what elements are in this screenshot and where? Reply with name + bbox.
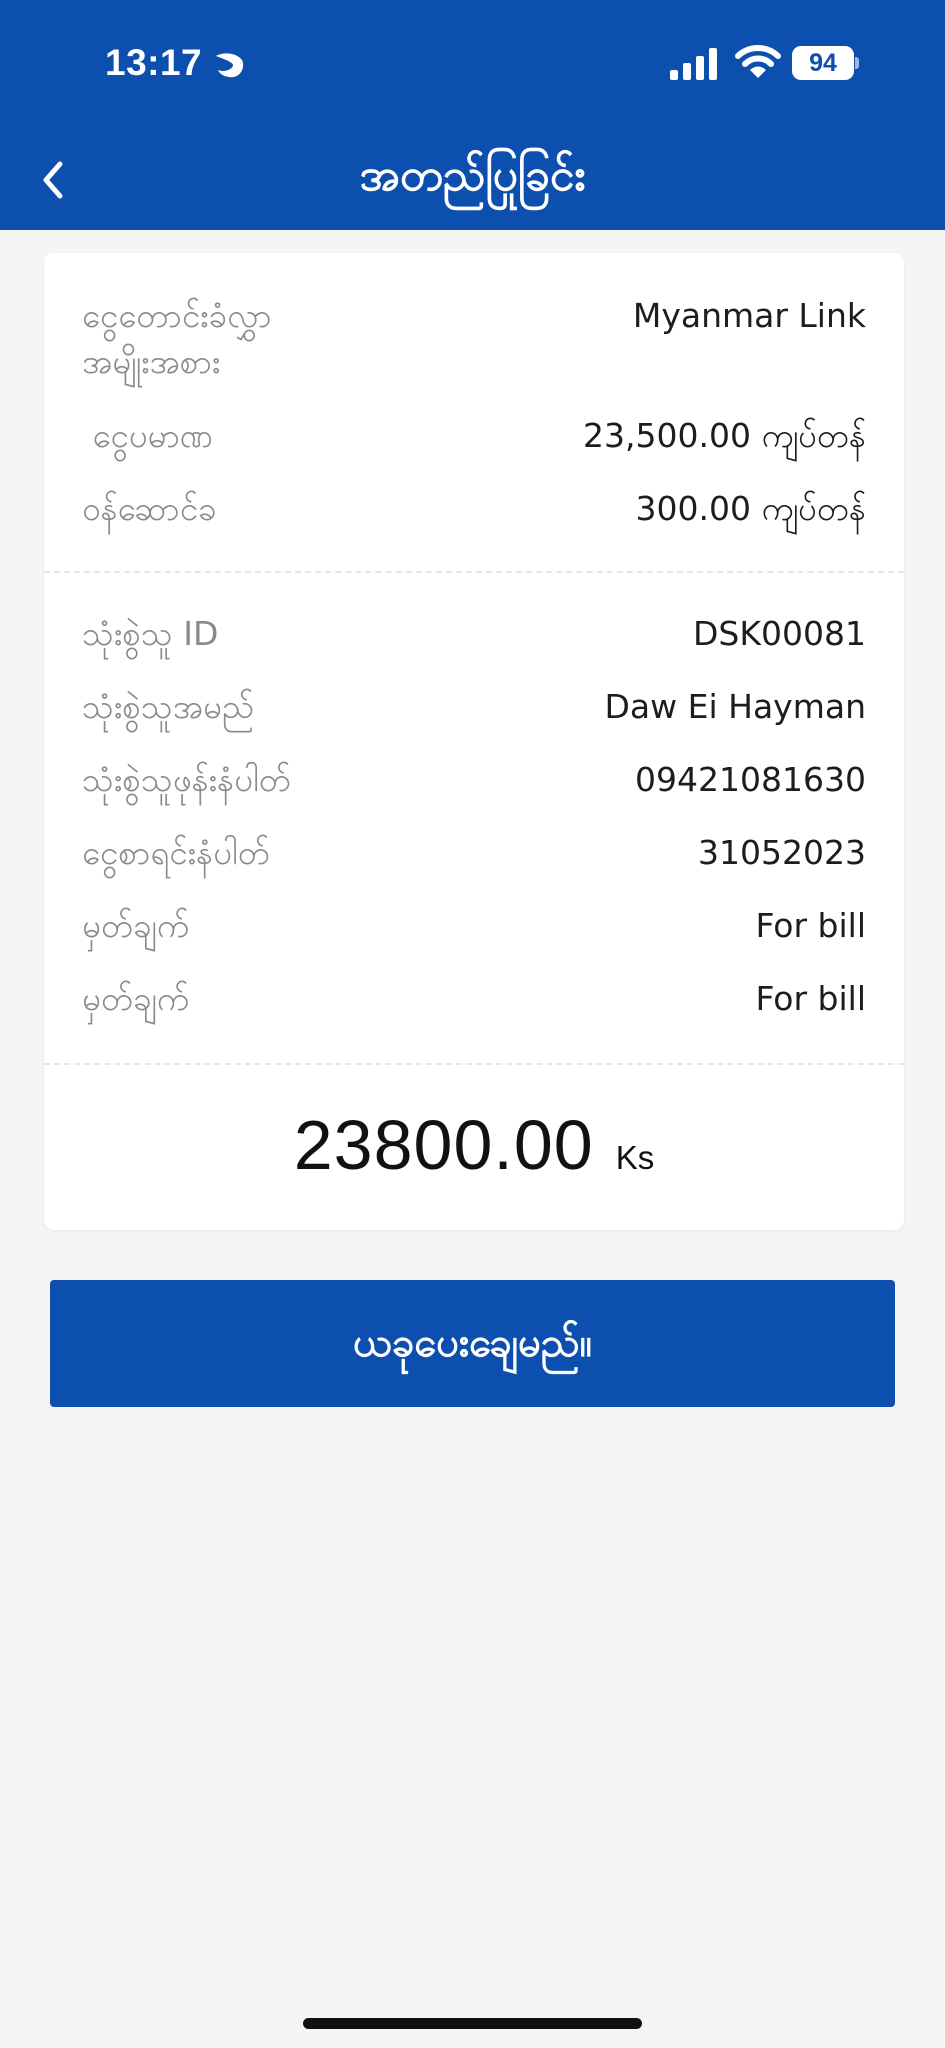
account-number-value: 31052023 — [698, 833, 866, 872]
phone-label: သုံးစွဲသူဖုန်းနံပါတ် — [82, 760, 291, 799]
note-label: မှတ်ချက် — [82, 906, 190, 945]
user-id-value: DSK00081 — [693, 614, 866, 653]
status-bar: 13:17 94 — [0, 0, 945, 130]
home-indicator — [303, 2018, 642, 2029]
status-time: 13:17 — [105, 42, 203, 83]
user-name-label: သုံးစွဲသူအမည် — [82, 687, 254, 726]
user-id-label: သုံးစွဲသူ ID — [82, 614, 219, 653]
phone-value: 09421081630 — [635, 760, 866, 799]
section-divider — [44, 571, 904, 573]
account-number-label: ငွေစာရင်းနံပါတ် — [82, 833, 270, 872]
note-value: For bill — [755, 979, 866, 1018]
total-amount: 23800.00 Ks — [44, 1105, 904, 1185]
total-currency: Ks — [615, 1139, 655, 1176]
signal-icon — [670, 48, 717, 80]
transfer-type-label: ငွေတောင်းခံလွှာ အမျိုးအစား — [82, 296, 272, 381]
app-header: 13:17 94 အတည်ပြုခြင်း — [0, 0, 945, 230]
amount-value: 23,500.00 ကျပ်တန် — [583, 416, 866, 455]
fee-label: ဝန်ဆောင်ခ — [82, 489, 217, 528]
battery-icon: 94 — [792, 46, 859, 80]
note-label: မှတ်ချက် — [82, 979, 190, 1018]
page-title: အတည်ပြုခြင်း — [359, 150, 586, 201]
note-value: For bill — [755, 906, 866, 945]
transfer-type-value: Myanmar Link — [632, 296, 866, 335]
user-name-value: Daw Ei Hayman — [604, 687, 866, 726]
total-amount-value: 23800.00 — [293, 1106, 594, 1184]
focus-moon-icon — [216, 53, 244, 78]
pay-now-button[interactable]: ယခုပေးချေမည်။ — [50, 1280, 895, 1407]
amount-label: ငွေပမာဏ — [82, 416, 214, 455]
confirmation-card: ငွေတောင်းခံလွှာ အမျိုးအစား Myanmar Link … — [44, 253, 904, 1230]
wifi-icon — [735, 45, 781, 78]
battery-cap — [855, 57, 859, 69]
battery-level: 94 — [792, 46, 854, 80]
fee-value: 300.00 ကျပ်တန် — [635, 489, 866, 528]
section-divider — [44, 1063, 904, 1065]
